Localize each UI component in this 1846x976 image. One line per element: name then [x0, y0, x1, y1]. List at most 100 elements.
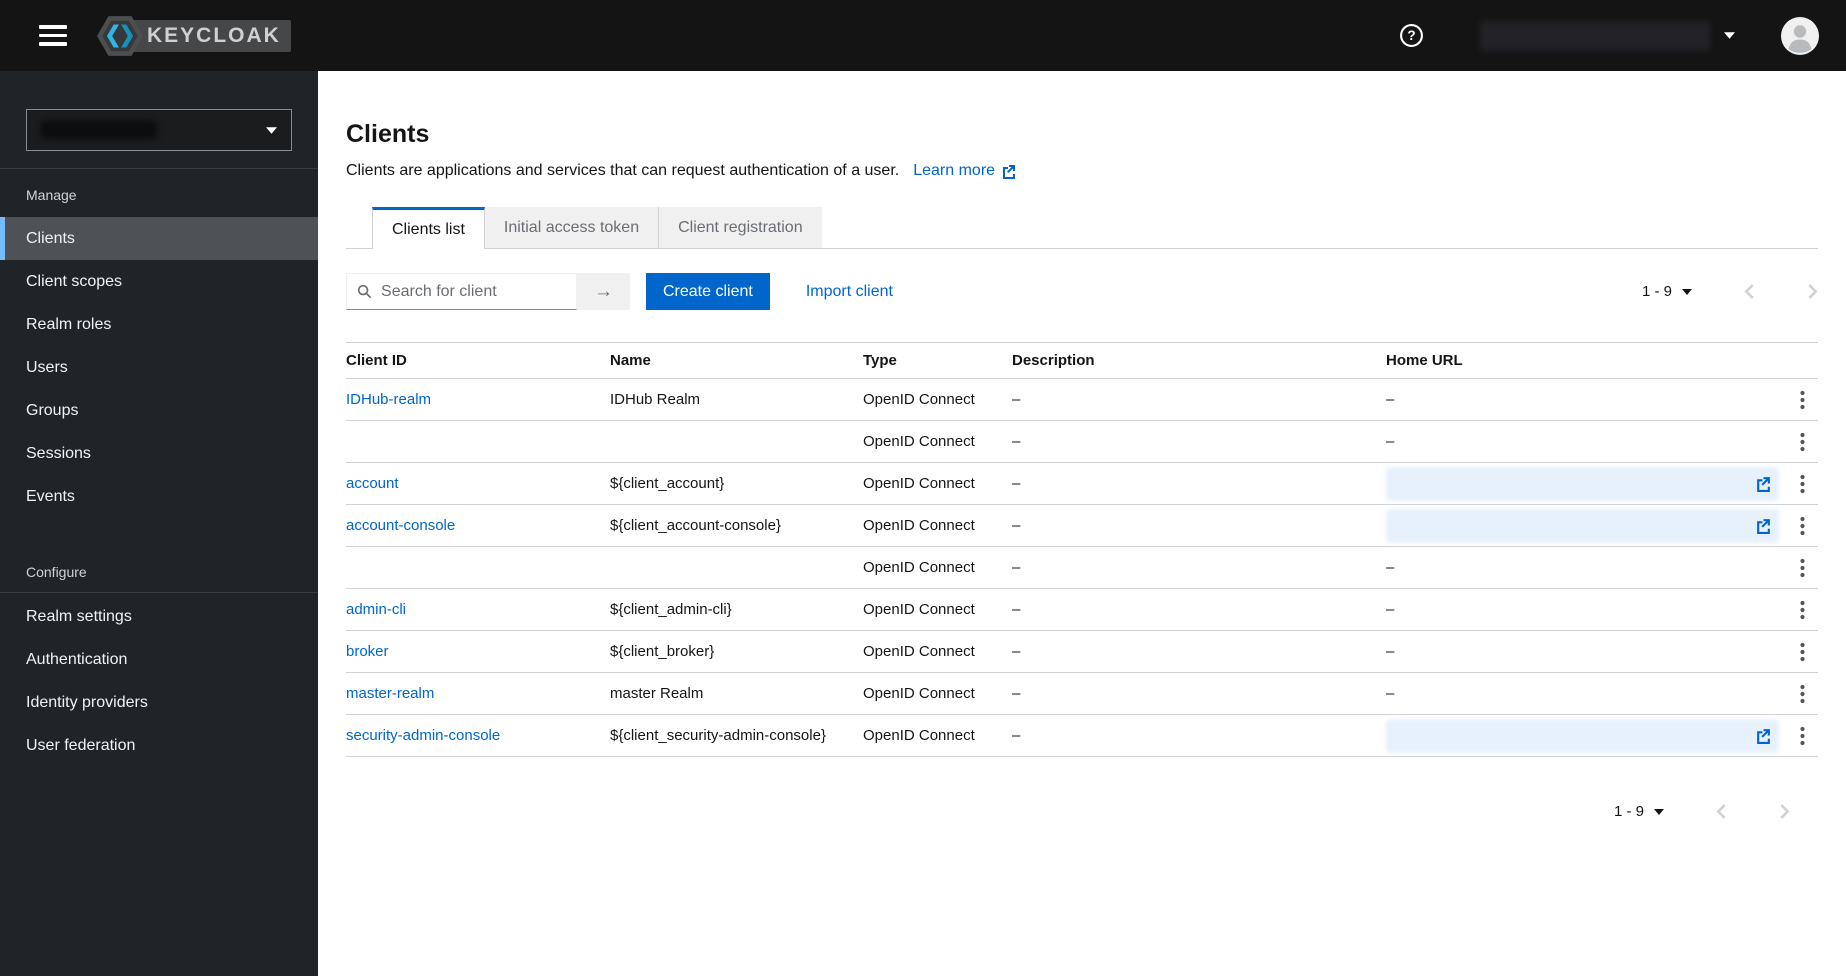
client-id-link[interactable]: security-admin-console	[346, 727, 500, 744]
column-header-home-url: Home URL	[1386, 352, 1463, 369]
brand-text: KEYCLOAK	[129, 19, 291, 52]
import-client-link[interactable]: Import client	[806, 283, 893, 301]
row-kebab-menu-button[interactable]	[1792, 596, 1813, 624]
cell-name: ${client_admin-cli}	[610, 601, 732, 618]
row-kebab-menu-button[interactable]	[1792, 722, 1813, 750]
cell-client-id: account-console	[346, 517, 610, 534]
table-header-row: Client ID Name Type Description Home URL	[346, 343, 1818, 379]
cell-client-id: security-admin-console	[346, 727, 610, 744]
cell-client-id: admin-cli	[346, 601, 610, 618]
sidebar-item-sessions[interactable]: Sessions	[0, 432, 318, 475]
client-id-link[interactable]: broker	[346, 643, 389, 660]
row-kebab-menu-button[interactable]	[1792, 512, 1813, 540]
home-url-external-link[interactable]	[1755, 517, 1772, 534]
sidebar-item-realm-settings[interactable]: Realm settings	[0, 595, 318, 638]
row-kebab-menu-button[interactable]	[1792, 638, 1813, 666]
cell-home-url: –	[1386, 559, 1395, 576]
client-id-link[interactable]: IDHub-realm	[346, 391, 431, 408]
client-id-link[interactable]: account-console	[346, 517, 455, 534]
cell-home-url	[1386, 508, 1786, 543]
pagination-bottom: 1 - 9	[1614, 803, 1790, 820]
create-client-button[interactable]: Create client	[646, 273, 770, 310]
home-url-external-link[interactable]	[1755, 727, 1772, 744]
row-kebab-menu-button[interactable]	[1792, 428, 1813, 456]
sidebar-item-clients[interactable]: Clients	[0, 217, 318, 260]
cell-home-url	[1386, 466, 1786, 501]
table-row: IDHub-realm IDHub Realm OpenID Connect – –	[346, 379, 1818, 421]
tab-client-registration[interactable]: Client registration	[659, 207, 822, 248]
nav-toggle-button[interactable]	[39, 25, 67, 46]
cell-name: ${client_account-console}	[610, 517, 781, 534]
column-header-client-id: Client ID	[346, 352, 407, 369]
learn-more-link[interactable]: Learn more	[913, 159, 1017, 183]
pagination-range: 1 - 9	[1641, 283, 1672, 300]
avatar[interactable]	[1781, 16, 1819, 55]
sidebar-item-events[interactable]: Events	[0, 475, 318, 518]
pagination-top: 1 - 9	[1642, 283, 1818, 300]
cell-name: master Realm	[610, 685, 704, 702]
client-id-link[interactable]: account	[346, 475, 399, 492]
pagination-next-button[interactable]	[1807, 284, 1818, 299]
row-kebab-menu-button[interactable]	[1792, 554, 1813, 582]
cell-description: –	[1012, 685, 1021, 702]
sidebar-item-client-scopes[interactable]: Client scopes	[0, 260, 318, 303]
sidebar-item-user-federation[interactable]: User federation	[0, 724, 318, 767]
client-id-link[interactable]: master-realm	[346, 685, 434, 702]
pagination-range: 1 - 9	[1613, 803, 1644, 820]
kebab-icon	[1799, 390, 1805, 409]
cell-client-id: broker	[346, 643, 610, 660]
help-icon[interactable]: ?	[1399, 23, 1424, 48]
redacted-home-url	[1386, 508, 1779, 543]
pagination-menu-toggle[interactable]: 1 - 9	[1642, 283, 1692, 300]
user-menu-toggle[interactable]	[1480, 20, 1735, 51]
pagination-menu-toggle[interactable]: 1 - 9	[1614, 803, 1664, 820]
cell-name: ${client_security-admin-console}	[610, 727, 826, 744]
search-submit-button[interactable]: →	[577, 273, 630, 310]
pagination-next-button[interactable]	[1779, 804, 1790, 819]
cell-home-url: –	[1386, 391, 1395, 408]
table-row: admin-cli ${client_admin-cli} OpenID Conne…	[346, 589, 1818, 631]
cell-description: –	[1012, 391, 1021, 408]
kebab-icon	[1799, 600, 1805, 619]
search-input[interactable]	[381, 282, 566, 301]
row-kebab-menu-button[interactable]	[1792, 470, 1813, 498]
hamburger-icon	[39, 25, 67, 29]
kebab-icon	[1799, 642, 1805, 661]
pagination-prev-button[interactable]	[1744, 284, 1755, 299]
cell-description: –	[1012, 433, 1021, 450]
cell-name: IDHub Realm	[610, 391, 701, 408]
caret-down-icon	[266, 126, 277, 134]
sidebar-item-authentication[interactable]: Authentication	[0, 638, 318, 681]
row-kebab-menu-button[interactable]	[1792, 386, 1813, 414]
sidebar-item-groups[interactable]: Groups	[0, 389, 318, 432]
cell-description: –	[1012, 727, 1021, 744]
table-row: OpenID Connect – –	[346, 421, 1818, 463]
table-row: broker ${client_broker} OpenID Connect – –	[346, 631, 1818, 673]
row-kebab-menu-button[interactable]	[1792, 680, 1813, 708]
caret-down-icon	[1724, 32, 1735, 39]
sidebar-item-users[interactable]: Users	[0, 346, 318, 389]
client-id-link[interactable]: admin-cli	[346, 601, 406, 618]
main-content: Clients Clients are applications and ser…	[318, 71, 1846, 976]
cell-type: OpenID Connect	[863, 433, 975, 450]
home-url-external-link[interactable]	[1755, 475, 1772, 492]
cell-description: –	[1012, 475, 1021, 492]
tab-clients-list[interactable]: Clients list	[372, 207, 485, 249]
external-link-icon	[1757, 519, 1770, 534]
table-row: OpenID Connect – –	[346, 547, 1818, 589]
redacted-home-url	[1386, 718, 1779, 753]
sidebar: Manage Clients Client scopes Realm roles Use…	[0, 71, 318, 976]
sidebar-item-identity-providers[interactable]: Identity providers	[0, 681, 318, 724]
sidebar-item-realm-roles[interactable]: Realm roles	[0, 303, 318, 346]
cell-description: –	[1012, 517, 1021, 534]
tab-initial-access-token[interactable]: Initial access token	[484, 207, 660, 248]
cell-description: –	[1012, 601, 1021, 618]
cell-description: –	[1012, 643, 1021, 660]
realm-selector[interactable]	[26, 109, 292, 151]
cell-type: OpenID Connect	[863, 727, 975, 744]
cell-client-id: account	[346, 475, 610, 492]
cell-home-url: –	[1386, 433, 1395, 450]
pagination-prev-button[interactable]	[1716, 804, 1727, 819]
cell-home-url: –	[1386, 643, 1395, 660]
toolbar: → Create client Import client 1 - 9	[346, 273, 1818, 310]
